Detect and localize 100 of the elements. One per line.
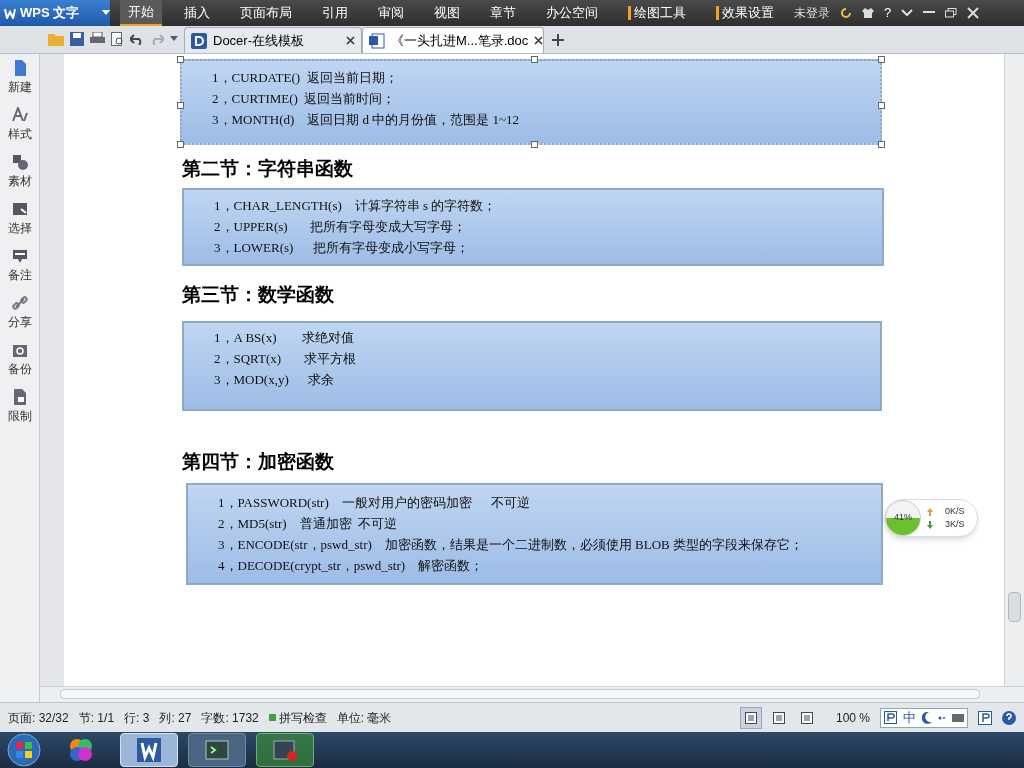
caret-icon [102, 10, 110, 16]
document-tab[interactable]: 《一头扎进M...笔录.doc [362, 27, 544, 53]
menu-tab[interactable]: 开始 [120, 0, 162, 26]
sidebar-item[interactable]: 备份 [7, 342, 32, 378]
text-line: 1，PASSWORD(str) 一般对用户的密码加密 不可逆 [217, 494, 532, 512]
zoom-level: 100 % [835, 709, 870, 727]
menu-tab[interactable]: 审阅 [370, 0, 412, 26]
plus-icon[interactable] [552, 34, 564, 46]
restore-icon[interactable] [945, 8, 958, 18]
horizontal-scrollbar[interactable] [40, 686, 1024, 702]
resize-handle[interactable] [531, 56, 538, 63]
outline-view-icon [772, 711, 785, 724]
sidebar-item[interactable]: 限制 [7, 389, 32, 425]
help-icon[interactable] [1002, 710, 1016, 725]
section-heading: 第四节：加密函数 [182, 450, 335, 474]
style-icon [11, 107, 28, 123]
sidebar-item[interactable]: 素材 [7, 154, 32, 190]
save-icon[interactable] [70, 32, 84, 46]
resize-handle[interactable] [177, 56, 184, 63]
view-button[interactable] [739, 706, 762, 729]
print-icon[interactable] [90, 32, 105, 46]
resize-handle[interactable] [878, 56, 885, 63]
link-icon [11, 295, 28, 311]
shapes-icon [11, 154, 28, 170]
sidebar-item[interactable]: 新建 [7, 60, 32, 96]
page-view-icon [744, 711, 757, 724]
docer-logo-icon [191, 32, 207, 49]
text-line: 2，SQRT(x) 求平方根 [213, 350, 357, 368]
status-text: 行: 3 [124, 709, 150, 727]
document-icon [369, 32, 385, 49]
status-text: 节: 1/1 [78, 709, 115, 727]
text-line: 1，CURDATE() 返回当前日期； [211, 69, 399, 87]
minimize-icon[interactable] [923, 11, 936, 15]
status-text: 字数: 1732 [201, 709, 259, 727]
document-tab[interactable]: Docer-在线模板 [184, 27, 362, 53]
resize-handle[interactable] [177, 102, 184, 109]
taskbar-app-button[interactable] [256, 733, 314, 767]
menu-tab[interactable]: 绘图工具 [620, 0, 694, 26]
text-line: 3，ENCODE(str，pswd_str) 加密函数，结果是一个二进制数，必须使用 BLOB 类型的字段来保存它； [217, 536, 804, 554]
taskbar-app-button[interactable] [188, 733, 246, 767]
comment-icon [11, 248, 28, 264]
text-line: 1，A BS(x) 求绝对值 [213, 329, 356, 347]
status-text: 单位: 毫米 [336, 709, 392, 727]
text-line: 3，MOD(x,y) 求余 [213, 371, 336, 389]
web-view-icon [800, 711, 813, 724]
keyboard-icon [952, 713, 964, 722]
close-icon[interactable] [534, 36, 544, 45]
menu-tab[interactable]: 页面布局 [232, 0, 300, 26]
wps-writer-icon [135, 736, 163, 764]
resize-handle[interactable] [531, 141, 538, 148]
text-line: 3，LOWER(s) 把所有字母变成小写字母； [213, 239, 470, 257]
text-line: 2，MD5(str) 普通加密 不可逆 [217, 515, 399, 533]
menu-tab[interactable]: 办公空间 [538, 0, 606, 26]
text-line: 2，UPPER(s) 把所有字母变成大写字母； [213, 218, 468, 236]
vertical-scrollbar[interactable] [1004, 54, 1024, 686]
login-link[interactable]: 未登录 [794, 4, 830, 22]
menu-tab[interactable]: 视图 [426, 0, 468, 26]
down-arrow-icon [927, 520, 933, 529]
ime-mode[interactable]: 中 [903, 707, 916, 728]
section-heading: 第二节：字符串函数 [182, 157, 354, 181]
text-line: 3，MONTH(d) 返回日期 d 中的月份值，范围是 1~12 [211, 111, 521, 129]
menu-tab[interactable]: 引用 [314, 0, 356, 26]
lock-document-icon [11, 389, 28, 405]
shirt-icon[interactable] [862, 7, 874, 19]
help-button[interactable]: ? [884, 3, 892, 23]
app-menu-button[interactable]: WPS 文字 [0, 0, 110, 26]
up-arrow-icon [927, 507, 933, 516]
sidebar-item[interactable]: 备注 [7, 248, 32, 284]
menu-tab[interactable]: 效果设置 [708, 0, 782, 26]
sidebar-item[interactable]: 选择 [7, 201, 32, 237]
text-line: 1，CHAR_LENGTH(s) 计算字符串 s 的字符数； [213, 197, 498, 215]
resize-handle[interactable] [878, 141, 885, 148]
menu-tab[interactable]: 章节 [482, 0, 524, 26]
text-line: 2，CURTIME() 返回当前时间； [211, 90, 397, 108]
refresh-icon[interactable] [840, 7, 852, 19]
upload-speed: 0K/S [945, 505, 965, 518]
logo-icon [4, 7, 16, 19]
tab-label: Docer-在线模板 [213, 31, 304, 50]
status-text: 列: 27 [159, 709, 192, 727]
undo-icon[interactable] [130, 33, 144, 45]
preview-icon[interactable] [111, 32, 124, 46]
ime-settings-icon[interactable] [978, 710, 992, 725]
ime-logo-icon [884, 711, 897, 724]
start-button-icon[interactable] [6, 733, 42, 767]
chevron-down-icon[interactable] [901, 9, 914, 17]
download-speed: 3K/S [945, 518, 965, 531]
section-heading: 第三节：数学函数 [182, 283, 335, 307]
resize-handle[interactable] [177, 141, 184, 148]
sidebar-item[interactable]: 样式 [7, 107, 32, 143]
moon-icon [922, 711, 932, 724]
menu-tab[interactable]: 插入 [176, 0, 218, 26]
colorful-app-icon [67, 736, 95, 764]
close-icon[interactable] [346, 36, 355, 45]
sidebar-item[interactable]: 分享 [7, 295, 32, 331]
dropdown-icon[interactable] [170, 36, 178, 42]
backup-icon [11, 342, 28, 358]
tab-label: 《一头扎进M...笔录.doc [391, 31, 529, 50]
text-line: 4，DECODE(crypt_str，pswd_str) 解密函数； [217, 557, 485, 575]
resize-handle[interactable] [878, 102, 885, 109]
spell-check-button[interactable]: 拼写检查 [268, 708, 327, 727]
